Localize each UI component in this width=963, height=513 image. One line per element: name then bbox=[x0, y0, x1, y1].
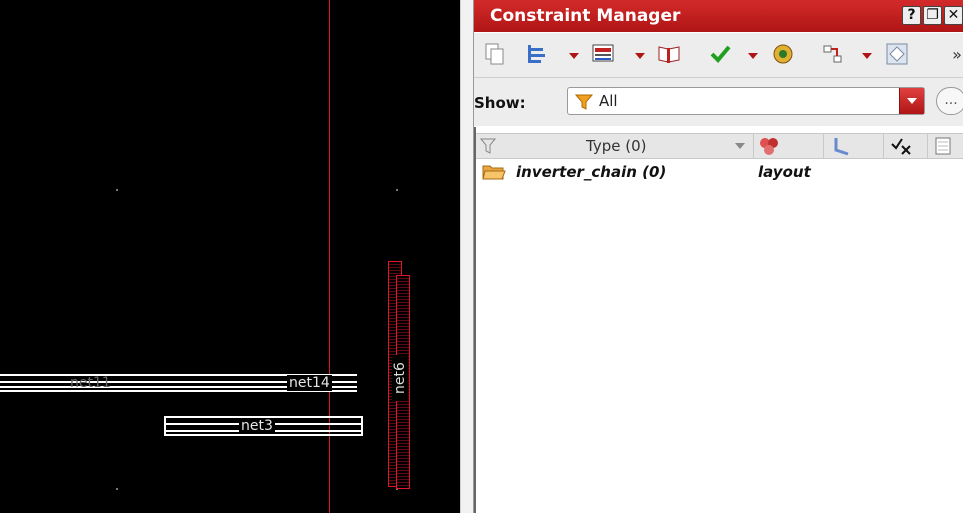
notes-column-header[interactable] bbox=[928, 134, 963, 158]
design-name: inverter_chain (0) bbox=[516, 163, 667, 181]
grid-dot bbox=[116, 189, 118, 191]
check-column-header[interactable] bbox=[884, 134, 928, 158]
check-dropdown-icon[interactable] bbox=[748, 53, 758, 59]
show-filter-bar: Show: All ... bbox=[474, 78, 963, 126]
net3-label: net3 bbox=[239, 418, 275, 434]
objects-icon bbox=[760, 138, 778, 155]
table-row[interactable]: inverter_chain (0) layout bbox=[476, 160, 963, 184]
worksheet-icon[interactable] bbox=[590, 42, 616, 68]
chevron-down-icon[interactable] bbox=[899, 88, 924, 114]
grid-dot bbox=[396, 189, 398, 191]
type-column-header[interactable]: Type (0) bbox=[476, 134, 754, 158]
folder-open-icon bbox=[482, 165, 506, 180]
connect-dropdown-icon[interactable] bbox=[862, 53, 872, 59]
show-select[interactable]: All bbox=[567, 87, 925, 115]
analyze-icon[interactable] bbox=[770, 42, 796, 68]
design-type: layout bbox=[758, 163, 811, 181]
close-button[interactable]: ✕ bbox=[944, 6, 963, 25]
constraint-manager-panel: Constraint Manager ? ❐ ✕ » Show: All ...… bbox=[474, 0, 963, 513]
panel-title: Constraint Manager bbox=[490, 6, 681, 26]
objects-column-header[interactable] bbox=[754, 134, 824, 158]
toolbar: » bbox=[474, 33, 963, 78]
net6-label: net6 bbox=[392, 355, 408, 401]
region-icon[interactable] bbox=[884, 42, 910, 68]
splitter[interactable] bbox=[460, 0, 474, 513]
grid-header: Type (0) bbox=[476, 133, 963, 159]
hierarchy-dropdown-icon[interactable] bbox=[569, 53, 579, 59]
show-selected-value: All bbox=[599, 92, 618, 110]
layout-canvas[interactable]: net11 net14 net3 net6 bbox=[0, 0, 460, 513]
worksheet-dropdown-icon[interactable] bbox=[635, 53, 645, 59]
filter-icon bbox=[480, 138, 496, 154]
pins-icon bbox=[834, 138, 849, 156]
copy-icon[interactable] bbox=[482, 42, 508, 68]
type-column-label: Type (0) bbox=[586, 137, 647, 155]
marker-line bbox=[329, 0, 330, 513]
pins-column-header[interactable] bbox=[824, 134, 884, 158]
hierarchy-icon[interactable] bbox=[524, 42, 550, 68]
net14-label: net14 bbox=[287, 375, 332, 391]
check-icon[interactable] bbox=[707, 42, 733, 68]
ghost-net-label: net11 bbox=[70, 375, 111, 391]
book-icon[interactable] bbox=[656, 42, 682, 68]
check-x-icon bbox=[891, 138, 911, 155]
toolbar-overflow-icon[interactable]: » bbox=[944, 42, 963, 68]
funnel-icon bbox=[575, 94, 593, 110]
more-options-button[interactable]: ... bbox=[936, 87, 963, 115]
panel-title-bar[interactable]: Constraint Manager ? ❐ ✕ bbox=[474, 0, 963, 32]
help-button[interactable]: ? bbox=[902, 6, 921, 25]
constraint-grid: Type (0) inverter_chain (0) layout bbox=[474, 127, 963, 513]
notes-icon bbox=[935, 137, 951, 155]
sort-dropdown-icon[interactable] bbox=[735, 143, 745, 149]
grid-dot bbox=[116, 488, 118, 490]
restore-button[interactable]: ❐ bbox=[923, 6, 942, 25]
connect-icon[interactable] bbox=[820, 42, 846, 68]
show-label: Show: bbox=[474, 94, 526, 112]
net6-label-wrap: net6 bbox=[392, 355, 408, 401]
